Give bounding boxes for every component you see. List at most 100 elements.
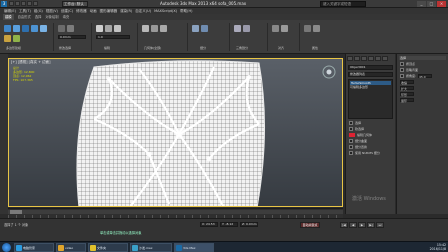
option-row[interactable]: 扩大 [400, 86, 445, 91]
polygon-mode-icon[interactable] [31, 25, 38, 32]
z-coord-field[interactable]: Z: 0.0mm [240, 222, 258, 227]
shrink-icon[interactable] [4, 35, 11, 42]
taskbar-item[interactable]: 电脑管家 [14, 243, 54, 252]
selection-field[interactable]: 0.0mm [58, 35, 86, 39]
search-input[interactable]: 键入关键字或短语 [320, 1, 366, 7]
option-row[interactable]: 按顶点 [400, 62, 445, 66]
rollout-label: 细分曲面 [355, 139, 368, 143]
border-mode-icon[interactable] [22, 25, 29, 32]
rollout-label: 编辑几何体 [357, 133, 373, 137]
meshsmooth-icon[interactable] [192, 25, 199, 32]
modify-tab-icon[interactable] [354, 56, 360, 61]
app-logo-icon[interactable]: 3 [1, 1, 7, 7]
taskbar-item[interactable]: 沙发.max [130, 243, 172, 252]
save-file-icon[interactable] [21, 1, 26, 6]
align-y-icon[interactable] [281, 25, 288, 32]
previous-frame-button[interactable]: ◀ [349, 222, 357, 228]
shrink-button[interactable]: 收缩 [400, 80, 414, 85]
play-button[interactable]: ▶ [358, 222, 366, 228]
checkbox-icon[interactable] [400, 62, 404, 66]
grow-icon[interactable] [13, 35, 20, 42]
utilities-tab-icon[interactable] [382, 56, 388, 61]
next-key-button[interactable]: ⏭ [376, 222, 384, 228]
rollout-label: 细分置换 [355, 145, 368, 149]
nurms-checkbox-row[interactable]: 使用 NURMS 细分 [349, 151, 392, 155]
go-to-start-button[interactable]: |◀ [340, 222, 348, 228]
undo-icon[interactable] [27, 1, 32, 6]
rollout-selection[interactable]: 选择 [349, 121, 392, 125]
modifier-list-dropdown[interactable]: 修改器列表 [348, 72, 393, 77]
ring-button[interactable]: 环形 [400, 92, 414, 97]
taskbar-item[interactable]: 文件夹 [88, 243, 128, 252]
ribbon-group-label: 多边形建模 [6, 46, 22, 50]
edit-triangulation-icon[interactable] [234, 25, 241, 32]
option-row[interactable]: 按角度: 45.0 [400, 74, 445, 79]
align-x-icon[interactable] [272, 25, 279, 32]
swiftloop-icon[interactable] [114, 25, 121, 32]
checkbox-icon[interactable] [400, 74, 404, 78]
checkbox-icon[interactable] [400, 68, 404, 72]
workspace-dropdown[interactable]: 工作台: 默认 [62, 1, 88, 7]
tessellate-icon[interactable] [201, 25, 208, 32]
x-coord-field[interactable]: X: 24.53 [200, 222, 218, 227]
checkbox-icon[interactable] [349, 151, 353, 155]
relax-icon[interactable] [142, 25, 149, 32]
edge-mode-icon[interactable] [13, 25, 20, 32]
start-button-icon[interactable] [2, 243, 11, 252]
title-bar: 3 工作台: 默认 Autodesk 3ds Max 2013 x64 sofa… [0, 0, 448, 8]
edit-field[interactable]: 1.0 [96, 35, 130, 39]
go-to-end-button[interactable]: ▶| [367, 222, 375, 228]
rollout-soft-selection[interactable]: 软选择 [349, 127, 392, 131]
time-slider-thumb[interactable] [10, 210, 22, 214]
y-coord-field[interactable]: Y: -8.12 [220, 222, 238, 227]
activation-watermark: 激活 Windows [352, 196, 386, 202]
attach-icon[interactable] [160, 25, 167, 32]
rollout-edit-geometry[interactable]: 编辑几何体 [349, 133, 392, 137]
option-row[interactable]: 收缩 [400, 80, 445, 85]
auto-key-button[interactable]: 自动关键点 [300, 222, 320, 228]
maximize-button[interactable]: □ [427, 1, 436, 7]
new-file-icon[interactable] [9, 1, 14, 6]
color-swatch-icon[interactable] [349, 133, 355, 137]
perspective-viewport[interactable]: [+] [透视] [真实 + 边面] 总计 多边形: 12,800 顶点: 12… [8, 58, 343, 207]
rollout-subdivision-surface[interactable]: 细分曲面 [349, 139, 392, 143]
motion-tab-icon[interactable] [368, 56, 374, 61]
time-slider[interactable] [8, 208, 343, 219]
element-mode-icon[interactable] [40, 25, 47, 32]
create-icon[interactable] [151, 25, 158, 32]
close-button[interactable]: × [437, 1, 446, 7]
system-tray-clock[interactable]: 15:42 2016/11/8 [430, 243, 446, 251]
grow-button[interactable]: 扩大 [400, 86, 414, 91]
viewcube-icon[interactable] [322, 65, 336, 79]
open-file-icon[interactable] [15, 1, 20, 6]
option-label: 按角度: [406, 74, 417, 78]
modifier-stack[interactable]: TurboSmooth 可编辑多边形 [348, 79, 393, 119]
quick-access-toolbar [9, 1, 38, 7]
viewport-stats: 总计 多边形: 12,800 顶点: 12,962 FPS: 107.365 [13, 66, 34, 82]
loop-button[interactable]: 循环 [400, 98, 414, 103]
hard-icon[interactable] [304, 25, 311, 32]
cut-icon[interactable] [96, 25, 103, 32]
create-tab-icon[interactable] [347, 56, 353, 61]
angle-spinner[interactable]: 45.0 [418, 74, 433, 79]
taskbar-item-active[interactable]: 3ds Max [174, 243, 214, 252]
option-row[interactable]: 循环 [400, 98, 445, 103]
time-slider-track[interactable] [8, 210, 343, 214]
taskbar-item[interactable]: video [56, 243, 86, 252]
turn-icon[interactable] [243, 25, 250, 32]
hierarchy-tab-icon[interactable] [361, 56, 367, 61]
smooth-icon[interactable] [313, 25, 320, 32]
stack-item[interactable]: 可编辑多边形 [350, 85, 391, 89]
redo-icon[interactable] [33, 1, 38, 6]
object-name-field[interactable]: Object001 [348, 65, 393, 70]
vertex-mode-icon[interactable] [4, 25, 11, 32]
ring-icon[interactable] [58, 25, 65, 32]
minimize-button[interactable]: _ [417, 1, 426, 7]
quickslice-icon[interactable] [105, 25, 112, 32]
viewport-label[interactable]: [+] [透视] [真实 + 边面] [11, 60, 51, 65]
rollout-subdivision-displacement[interactable]: 细分置换 [349, 145, 392, 149]
option-row[interactable]: 忽略背面 [400, 68, 445, 72]
option-row[interactable]: 环形 [400, 92, 445, 97]
display-tab-icon[interactable] [375, 56, 381, 61]
loop-icon[interactable] [67, 25, 74, 32]
